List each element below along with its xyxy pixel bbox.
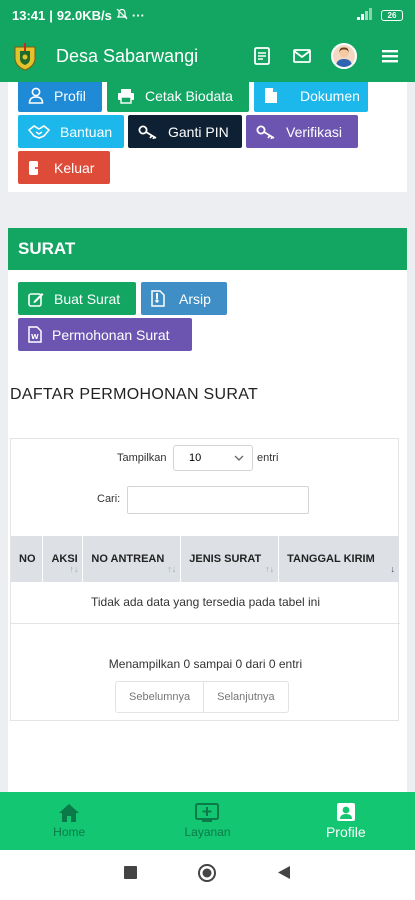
table-info: Menampilkan 0 sampai 0 dari 0 entri: [108, 657, 303, 671]
surat-title: SURAT: [8, 228, 407, 270]
column-header-tanggal-kirim[interactable]: TANGGAL KIRIM ↓: [278, 536, 400, 582]
archive-file-icon: [151, 290, 165, 307]
letters-table: NO AKSI ↑↓ NO ANTREAN ↑↓ JENIS SURAT ↑↓ TAN…: [11, 536, 400, 582]
circle-icon: [198, 863, 216, 882]
column-header-jenis-surat[interactable]: JENIS SURAT ↑↓: [180, 536, 280, 582]
svg-text:W: W: [31, 333, 39, 341]
bottom-nav: Home Layanan Profile: [0, 792, 415, 850]
user-icon: [28, 87, 44, 104]
handshake-icon: [28, 124, 50, 139]
mail-icon[interactable]: [287, 41, 317, 71]
sort-icon: ↑↓: [69, 564, 79, 574]
key-icon: [138, 125, 157, 139]
entries-suffix: entri: [257, 452, 279, 464]
cetak-biodata-button[interactable]: Cetak Biodata: [107, 82, 249, 112]
logout-icon: [29, 160, 44, 175]
datatable: Tampilkan 10 entri Cari: NO AKSI ↑↓ NO AN…: [10, 438, 400, 721]
main-content[interactable]: Profil Cetak Biodata Dokumen Bantuan Gan…: [0, 82, 415, 792]
key-icon: [256, 125, 275, 139]
battery-icon: 26: [381, 9, 403, 21]
search-input[interactable]: [127, 486, 309, 514]
app-title: Desa Sabarwangi: [56, 45, 199, 66]
status-speed: 92.0KB/s: [56, 7, 112, 23]
avatar[interactable]: [331, 43, 357, 69]
list-title: DAFTAR PERMOHONAN SURAT: [10, 386, 259, 403]
chevron-down-icon: [234, 453, 244, 465]
file-icon: [265, 88, 277, 103]
nav-home[interactable]: Home: [0, 792, 138, 850]
profile-card: Profil Cetak Biodata Dokumen Bantuan Gan…: [8, 82, 407, 192]
profil-button[interactable]: Profil: [18, 82, 102, 112]
status-bar: 13:41 | 92.0KB/s ··· 26: [0, 0, 415, 30]
column-header-no[interactable]: NO: [11, 536, 44, 582]
previous-page-button[interactable]: Sebelumnya: [116, 682, 203, 712]
next-page-button[interactable]: Selanjutnya: [203, 682, 288, 712]
empty-table-message: Tidak ada data yang tersedia pada tabel …: [90, 595, 321, 609]
divider: [11, 623, 400, 624]
sort-icon: ↑↓: [265, 564, 275, 574]
verifikasi-button[interactable]: Verifikasi: [246, 115, 358, 148]
square-icon: [124, 866, 137, 879]
edit-icon: [28, 292, 44, 307]
column-header-aksi[interactable]: AKSI ↑↓: [42, 536, 84, 582]
pagination: Sebelumnya Selanjutnya: [115, 681, 289, 713]
entries-select[interactable]: 10: [173, 445, 253, 471]
sort-icon: ↓: [390, 564, 396, 574]
status-dots: ···: [131, 7, 145, 23]
status-time: 13:41: [12, 7, 46, 23]
nav-profile[interactable]: Profile: [277, 792, 415, 850]
profile-icon: [336, 803, 355, 821]
nav-layanan[interactable]: Layanan: [138, 792, 276, 850]
column-header-no-antrean[interactable]: NO ANTREAN ↑↓: [82, 536, 182, 582]
show-entries-label: Tampilkan: [117, 452, 167, 464]
printer-icon: [118, 88, 134, 104]
system-nav-bar: [0, 850, 415, 900]
add-box-icon: [195, 803, 220, 822]
word-file-icon: W: [28, 326, 42, 343]
triangle-back-icon: [278, 866, 290, 879]
buat-surat-button[interactable]: Buat Surat: [18, 282, 136, 315]
alarm-off-icon: [116, 8, 128, 23]
home-button[interactable]: [197, 863, 217, 888]
back-button[interactable]: [277, 865, 291, 885]
ganti-pin-button[interactable]: Ganti PIN: [128, 115, 242, 148]
bantuan-button[interactable]: Bantuan: [18, 115, 124, 148]
home-icon: [59, 804, 80, 822]
menu-icon[interactable]: [375, 41, 405, 71]
app-bar: Desa Sabarwangi: [0, 30, 415, 82]
recents-button[interactable]: [124, 866, 137, 884]
arsip-button[interactable]: Arsip: [141, 282, 227, 315]
dokumen-button[interactable]: Dokumen: [254, 82, 368, 112]
search-label: Cari:: [97, 493, 121, 505]
signal-icon: [357, 7, 375, 23]
document-icon[interactable]: [247, 41, 277, 71]
sort-icon: ↑↓: [167, 564, 177, 574]
logo[interactable]: [10, 41, 40, 71]
permohonan-surat-button[interactable]: W Permohonan Surat: [18, 318, 192, 351]
keluar-button[interactable]: Keluar: [18, 151, 110, 184]
